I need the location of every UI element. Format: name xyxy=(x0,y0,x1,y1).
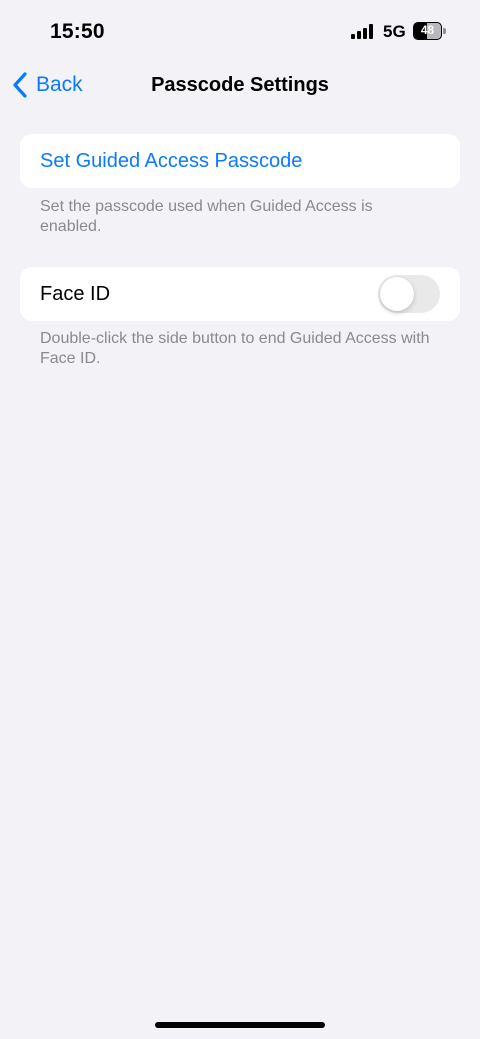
status-time: 15:50 xyxy=(50,20,105,43)
face-id-group: Face ID xyxy=(20,267,460,321)
battery-nub xyxy=(443,28,446,34)
battery-level: 48 xyxy=(420,23,435,37)
cellular-signal-icon xyxy=(351,24,375,39)
home-indicator[interactable] xyxy=(155,1022,325,1028)
chevron-left-icon xyxy=(13,72,27,98)
navigation-bar: Passcode Settings Back xyxy=(0,62,480,108)
face-id-footer: Double-click the side button to end Guid… xyxy=(40,330,430,367)
back-label: Back xyxy=(36,73,83,96)
set-guided-access-passcode-button[interactable]: Set Guided Access Passcode xyxy=(40,134,302,188)
passcode-footer: Set the passcode used when Guided Access… xyxy=(40,198,373,235)
passcode-group: Set Guided Access Passcode xyxy=(20,134,460,188)
status-bar: 15:50 5G 48 xyxy=(0,0,480,62)
face-id-toggle[interactable] xyxy=(378,275,440,313)
network-type: 5G xyxy=(383,22,406,41)
face-id-label: Face ID xyxy=(40,283,111,305)
back-button[interactable]: Back xyxy=(8,62,83,108)
toggle-knob xyxy=(380,277,414,311)
battery-icon: 48 xyxy=(413,22,442,40)
